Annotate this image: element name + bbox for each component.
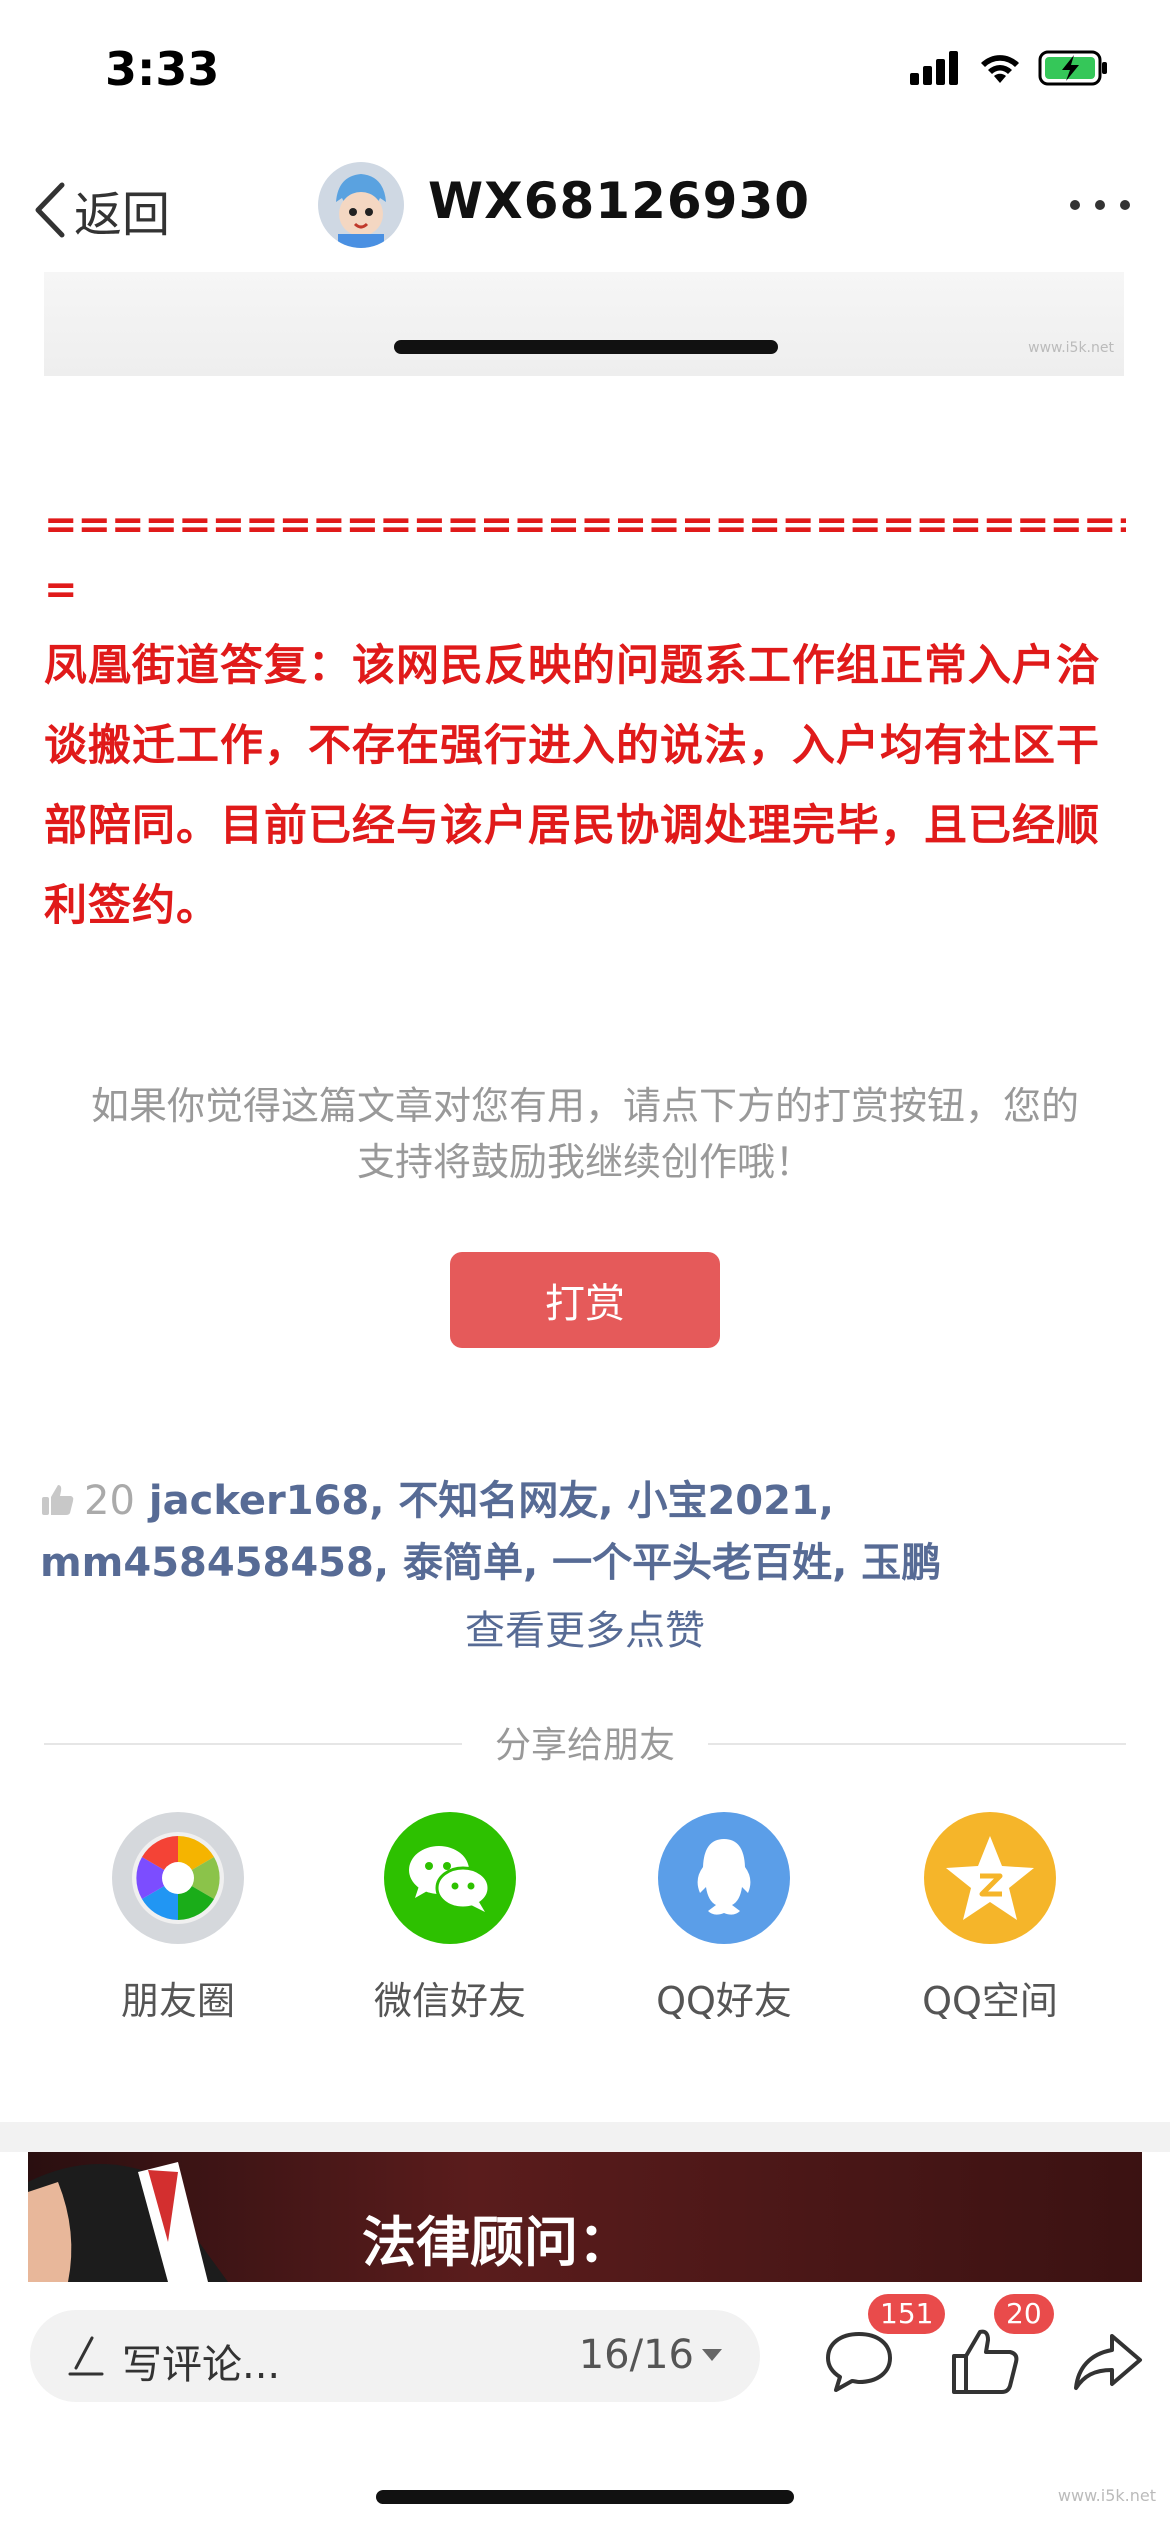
view-more-likes-link[interactable]: 查看更多点赞 [0,1598,1170,1656]
chevron-left-icon [35,182,65,238]
avatar[interactable] [318,162,404,248]
separator-line: ========================================… [44,502,1126,548]
share-label: 微信好友 [373,1979,526,2023]
pen-icon [68,2336,104,2376]
article-image-strip: www.i5k.net [44,272,1124,376]
share-button[interactable] [1072,2324,1146,2398]
like-button[interactable]: 20 [948,2294,1054,2398]
thumbs-up-icon [952,2329,1019,2394]
qzone-icon [924,1812,1056,1944]
watermark: www.i5k.net [1028,340,1114,356]
article-body: ========================================… [44,490,1126,946]
share-moments-button[interactable]: 朋友圈 [58,1812,298,2025]
share-title: 分享给朋友 [494,1725,675,1766]
page-indicator-text: 16/16 [578,2332,694,2378]
lawyer-figure-icon [28,2162,228,2282]
like-count-badge: 20 [994,2294,1054,2334]
share-header: 分享给朋友 [44,1716,1126,1768]
back-button[interactable]: 返回 [32,175,170,245]
status-time: 3:33 [105,42,220,96]
signal-icon [910,51,958,85]
section-divider [0,2122,1170,2152]
page-selector[interactable]: 16/16 [579,2332,722,2378]
bottom-toolbar: 写评论... 16/16 151 20 [0,2282,1170,2432]
share-arrow-icon [1074,2334,1142,2390]
watermark-bottom: www.i5k.net [1057,2486,1156,2505]
share-label: 朋友圈 [120,1979,235,2023]
likes-list: 20 jacker168, 不知名网友, 小宝2021, mm458458458,… [40,1470,1140,1594]
wechat-icon [384,1812,516,1944]
thumbs-up-icon [42,1485,74,1515]
wifi-icon [981,55,1019,83]
nav-title: WX68126930 [428,172,811,230]
comment-icon [826,2332,892,2392]
more-dot-icon [1095,200,1105,210]
likes-count: 20 [84,1478,135,1524]
reply-paragraph: 凤凰街道答复：该网民反映的问题系工作组正常入户洽谈搬迁工作，不存在强行进入的说法… [44,641,1100,931]
more-dot-icon [1120,200,1130,210]
image-bar [394,340,778,354]
share-label: QQ好友 [656,1979,792,2023]
comment-input[interactable]: 写评论... 16/16 [30,2310,760,2402]
reward-button[interactable]: 打赏 [450,1252,720,1348]
comments-button[interactable]: 151 [822,2294,946,2398]
status-bar: 3:33 [0,0,1170,140]
back-label: 返回 [74,187,171,243]
nav-bar: 返回 WX68126930 [0,150,1170,270]
reward-hint: 如果你觉得这篇文章对您有用，请点下方的打赏按钮，您的支持将鼓励我继续创作哦！ [90,1084,1079,1184]
share-qzone-button[interactable]: QQ空间 [870,1812,1110,2025]
share-wechat-button[interactable]: 微信好友 [330,1812,570,2025]
ad-banner[interactable]: 法律顾问： [28,2152,1142,2282]
qq-icon [658,1812,790,1944]
separator-line-end: = [44,567,78,613]
comment-count-badge: 151 [868,2294,946,2334]
battery-charging-icon [1038,50,1107,86]
likes-names[interactable]: jacker168, 不知名网友, 小宝2021, mm458458458, 泰… [40,1478,941,1586]
share-label: QQ空间 [922,1979,1058,2023]
comment-placeholder: 写评论... [122,2342,281,2388]
share-qq-button[interactable]: QQ好友 [604,1812,844,2025]
banner-title: 法律顾问： [362,2211,632,2274]
more-options-button[interactable] [1070,190,1130,220]
status-icons [910,50,1110,86]
more-dot-icon [1070,200,1080,210]
moments-icon [112,1812,244,1944]
home-indicator [376,2490,794,2504]
caret-down-icon [702,2349,722,2361]
